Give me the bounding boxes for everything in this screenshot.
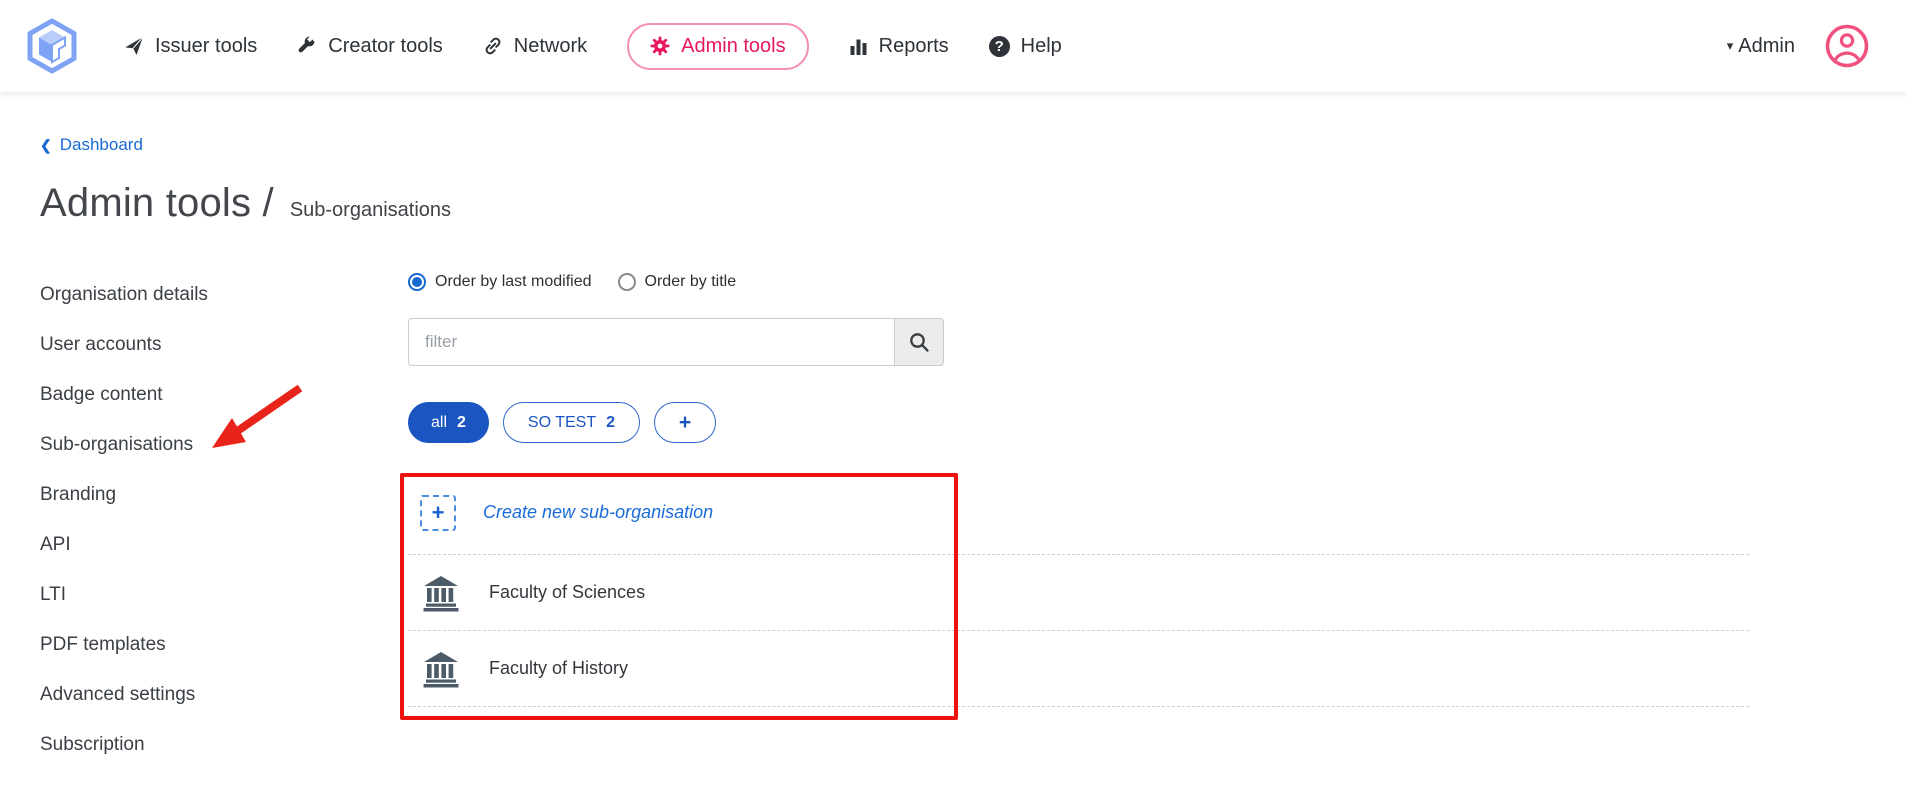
chevron-left-icon: ❮ — [40, 136, 52, 153]
sidebar-item-pdf-templates[interactable]: PDF templates — [40, 620, 408, 670]
tag-count: 2 — [457, 413, 466, 431]
sidebar-item-api[interactable]: API — [40, 520, 408, 570]
nav-item-issuer-tools[interactable]: Issuer tools — [124, 35, 257, 58]
nav-item-label: Creator tools — [328, 34, 443, 57]
plus-icon: + — [678, 410, 692, 434]
app-logo-icon[interactable] — [26, 18, 78, 74]
create-sub-organisation-row[interactable]: + Create new sub-organisation — [408, 471, 1749, 555]
radio-unselected-icon — [617, 273, 636, 291]
page-title-sub: Sub-organisations — [289, 199, 452, 221]
admin-user-dropdown[interactable]: ▾ Admin — [1727, 35, 1795, 58]
add-tag-button[interactable]: + — [654, 402, 716, 443]
tag-so-test-button[interactable]: SO TEST 2 — [502, 402, 640, 443]
nav-item-label: Admin tools — [681, 34, 786, 57]
radio-selected-icon — [408, 273, 426, 291]
list-item-faculty-of-sciences[interactable]: Faculty of Sciences — [408, 555, 1749, 631]
link-icon — [483, 36, 503, 56]
page-title: Admin tools / Sub-organisations — [40, 181, 1907, 226]
page-body: ❮ Dashboard Admin tools / Sub-organisati… — [0, 92, 1907, 770]
user-menu-label: Admin — [1738, 34, 1795, 57]
sidebar-item-organisation-details[interactable]: Organisation details — [40, 270, 408, 320]
filter-input[interactable] — [408, 318, 894, 366]
tag-filter-row: all 2 SO TEST 2 + — [408, 402, 1749, 443]
order-by-last-modified-radio[interactable]: Order by last modified — [408, 273, 592, 291]
help-icon: ? — [988, 35, 1010, 57]
nav-item-network[interactable]: Network — [483, 35, 587, 58]
sidebar-item-badge-content[interactable]: Badge content — [40, 370, 408, 420]
sub-organisation-list: + Create new sub-organisation Faculty of… — [408, 471, 1749, 707]
breadcrumb[interactable]: ❮ Dashboard — [40, 135, 143, 155]
sidebar-item-sub-organisations[interactable]: Sub-organisations — [40, 420, 408, 470]
order-options: Order by last modified Order by title — [408, 270, 1749, 294]
list-item-label: Faculty of History — [489, 658, 629, 678]
breadcrumb-label: Dashboard — [59, 135, 143, 154]
search-icon — [908, 331, 930, 353]
chevron-down-icon: ▾ — [1726, 38, 1734, 53]
bank-icon — [420, 649, 462, 689]
sidebar-item-advanced-settings[interactable]: Advanced settings — [40, 670, 408, 720]
plus-dashed-icon: + — [420, 494, 456, 531]
tag-all-button[interactable]: all 2 — [408, 402, 489, 443]
nav-item-admin-tools[interactable]: Admin tools — [627, 22, 809, 70]
page-title-main: Admin tools / — [40, 181, 274, 225]
bank-icon — [420, 573, 462, 613]
nav-item-help[interactable]: ? Help — [988, 34, 1062, 58]
search-button[interactable] — [894, 318, 944, 366]
tag-label: all — [431, 413, 448, 431]
top-navbar: Issuer tools Creator tools Network Admin… — [0, 0, 1907, 92]
wrench-icon — [297, 36, 317, 56]
main-nav: Issuer tools Creator tools Network Admin… — [124, 22, 1062, 70]
tag-count: 2 — [606, 413, 615, 431]
radio-label: Order by title — [644, 273, 737, 290]
bar-chart-icon — [849, 37, 868, 56]
sidebar-item-branding[interactable]: Branding — [40, 470, 408, 520]
list-item-faculty-of-history[interactable]: Faculty of History — [408, 631, 1749, 707]
create-sub-organisation-label: Create new sub-organisation — [483, 502, 714, 522]
nav-item-label: Help — [1020, 34, 1062, 57]
filter-group — [408, 318, 944, 366]
nav-item-label: Network — [513, 34, 588, 57]
avatar[interactable] — [1825, 24, 1869, 68]
sub-organisations-panel: Order by last modified Order by title fi… — [408, 270, 1749, 770]
sidebar-item-subscription[interactable]: Subscription — [40, 720, 408, 770]
nav-item-label: Issuer tools — [155, 34, 258, 57]
list-item-label: Faculty of Sciences — [489, 582, 646, 602]
nav-item-reports[interactable]: Reports — [849, 35, 949, 58]
radio-label: Order by last modified — [435, 273, 592, 290]
sidebar-item-lti[interactable]: LTI — [40, 570, 408, 620]
paper-plane-icon — [124, 36, 144, 56]
order-by-title-radio[interactable]: Order by title — [617, 273, 737, 291]
tag-label: SO TEST — [527, 413, 597, 431]
nav-item-creator-tools[interactable]: Creator tools — [297, 35, 443, 58]
sidebar-item-user-accounts[interactable]: User accounts — [40, 320, 408, 370]
gear-icon — [650, 36, 670, 56]
nav-item-label: Reports — [878, 34, 949, 57]
settings-sidebar: Organisation details User accounts Badge… — [40, 270, 408, 770]
